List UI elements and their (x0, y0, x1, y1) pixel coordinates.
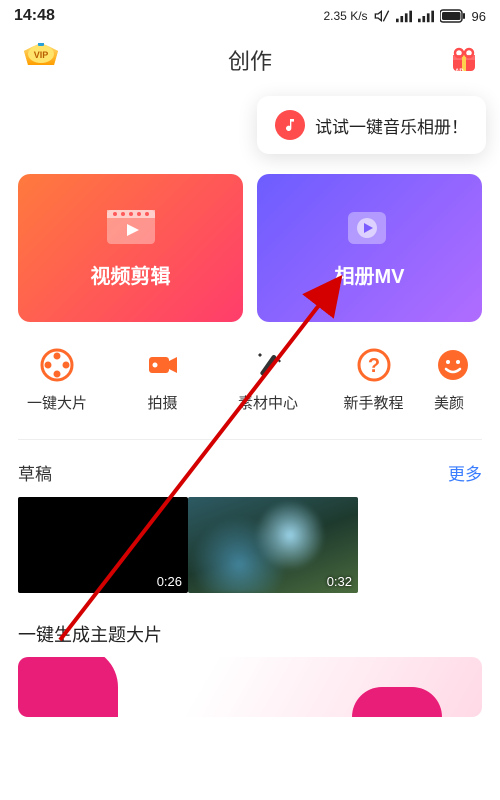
svg-text:VIP: VIP (34, 50, 49, 60)
draft-list: 0:26 0:32 (0, 497, 500, 593)
smile-icon (434, 346, 472, 384)
video-edit-label: 视频剪辑 (91, 260, 171, 289)
draft-item[interactable]: 0:26 (18, 497, 188, 593)
reel-icon (38, 346, 76, 384)
play-square-icon (344, 208, 396, 246)
tool-label: 拍摄 (147, 392, 177, 413)
video-edit-card[interactable]: 视频剪辑 (18, 174, 243, 322)
theme-section-title: 一键生成主题大片 (0, 593, 500, 657)
film-icon (105, 208, 157, 246)
tool-one-click-movie[interactable]: 一键大片 (12, 346, 102, 413)
camera-icon (144, 346, 182, 384)
theme-card[interactable] (18, 657, 482, 717)
tool-material-center[interactable]: 素材中心 (223, 346, 313, 413)
tool-beauty[interactable]: 美颜 (434, 346, 488, 413)
vip-badge[interactable]: VIP (18, 43, 64, 77)
svg-text:?: ? (367, 355, 379, 377)
gift-button[interactable]: AD (446, 42, 482, 78)
draft-more-link[interactable]: 更多 (448, 460, 482, 485)
battery-percent: 96 (472, 9, 486, 24)
tool-shoot[interactable]: 拍摄 (118, 346, 208, 413)
battery-icon (440, 9, 466, 23)
tool-label: 素材中心 (238, 392, 298, 413)
draft-duration: 0:26 (157, 574, 182, 589)
status-right: 2.35 K/s 96 (323, 8, 486, 24)
draft-duration: 0:32 (327, 574, 352, 589)
tool-label: 一键大片 (27, 392, 87, 413)
music-album-tooltip[interactable]: 试试一键音乐相册！ (257, 96, 486, 154)
wand-icon (249, 346, 287, 384)
tool-label: 新手教程 (343, 392, 403, 413)
mute-icon (374, 8, 390, 24)
signal-icon-2 (418, 9, 434, 23)
album-mv-label: 相册MV (335, 260, 405, 289)
svg-text:AD: AD (455, 69, 464, 75)
tooltip-text: 试试一键音乐相册！ (315, 113, 468, 138)
music-note-icon (275, 110, 305, 140)
tool-tutorial[interactable]: ? 新手教程 (329, 346, 419, 413)
network-speed: 2.35 K/s (323, 9, 367, 23)
draft-item[interactable]: 0:32 (188, 497, 358, 593)
signal-icon (396, 9, 412, 23)
draft-section-head: 草稿 更多 (0, 440, 500, 497)
tool-label: 美颜 (434, 392, 464, 413)
status-bar: 14:48 2.35 K/s 96 (0, 0, 500, 32)
album-mv-card[interactable]: 相册MV (257, 174, 482, 322)
app-header: VIP 创作 AD (0, 32, 500, 88)
draft-title: 草稿 (18, 460, 52, 485)
question-icon: ? (355, 346, 393, 384)
hero-cards: 视频剪辑 相册MV (0, 174, 500, 322)
status-time: 14:48 (14, 7, 55, 25)
tool-row: 一键大片 拍摄 素材中心 ? 新手教程 美颜 (0, 322, 500, 413)
page-title: 创作 (228, 44, 272, 76)
